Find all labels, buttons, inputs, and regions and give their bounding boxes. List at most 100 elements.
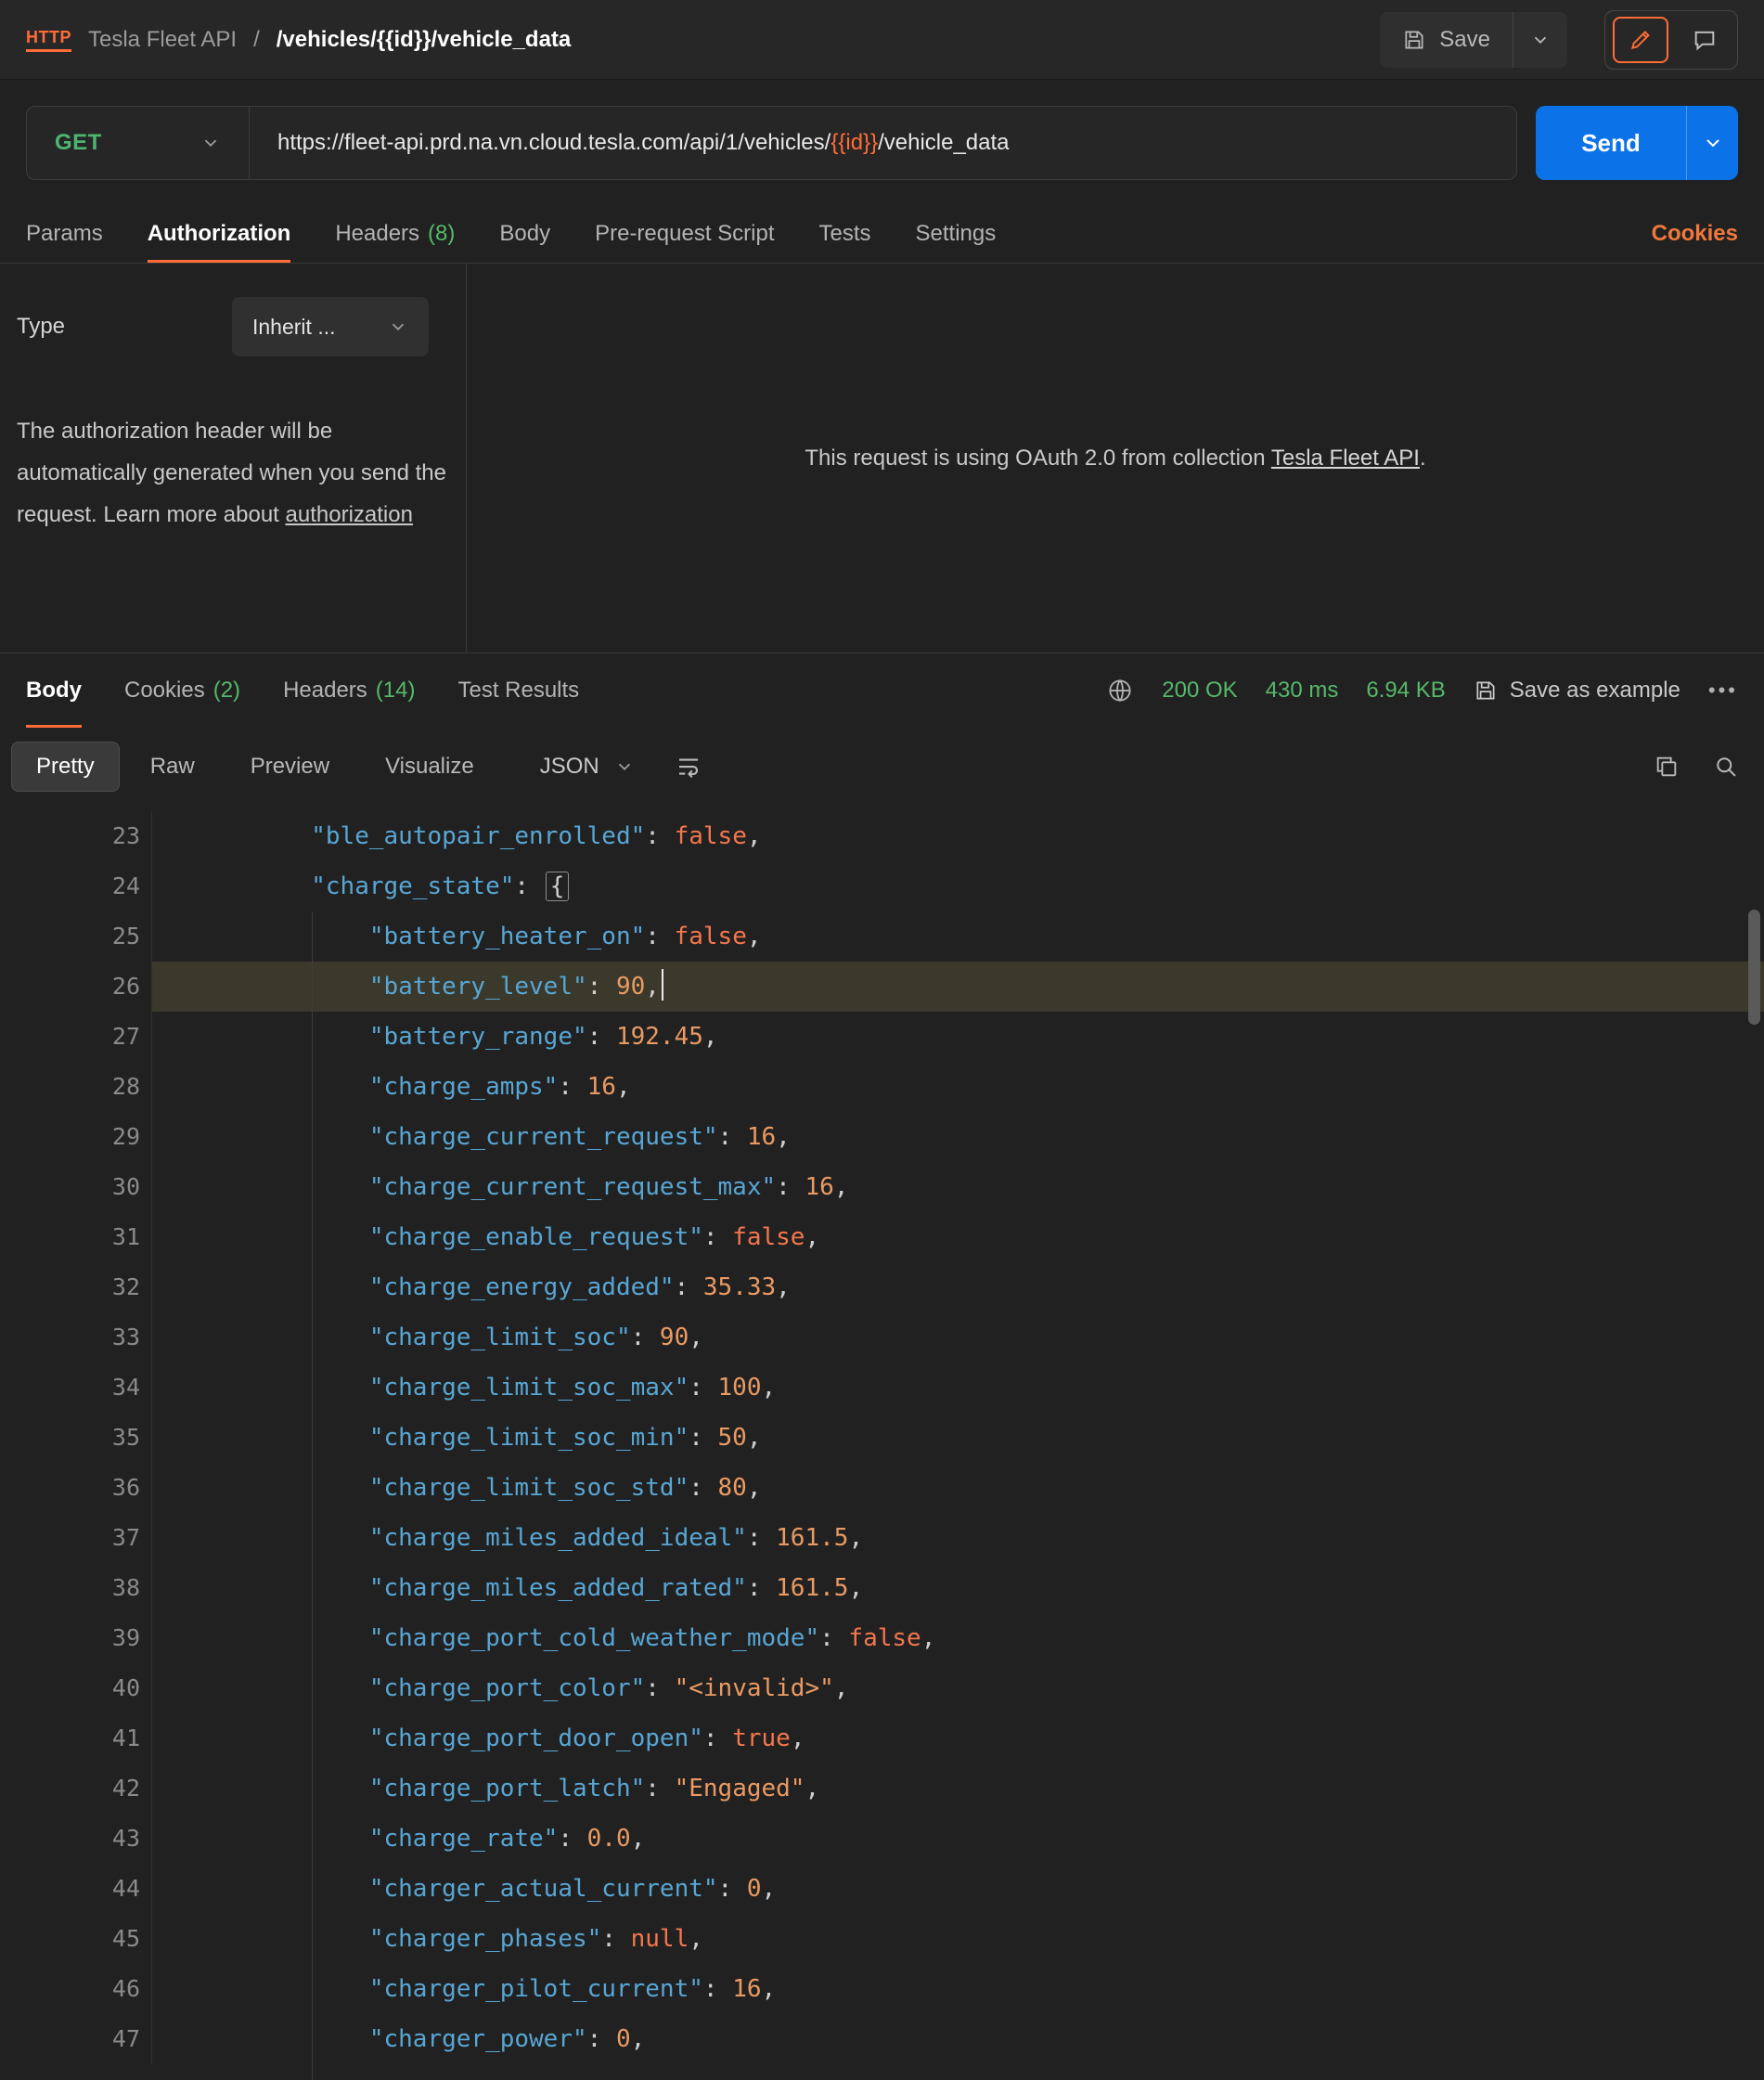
token-punc: : xyxy=(718,1875,747,1903)
globe-icon[interactable] xyxy=(1106,677,1134,704)
line-content-35[interactable]: "charge_limit_soc_min": 50, xyxy=(152,1413,1764,1463)
token-key: "battery_range" xyxy=(369,1023,587,1051)
view-tab-visualize[interactable]: Visualize xyxy=(360,742,499,792)
line-content-32[interactable]: "charge_energy_added": 35.33, xyxy=(152,1262,1764,1312)
line-number-26: 26 xyxy=(0,962,152,1012)
token-punc: , xyxy=(747,1424,762,1452)
line-content-33[interactable]: "charge_limit_soc": 90, xyxy=(152,1312,1764,1363)
request-tab-settings[interactable]: Settings xyxy=(916,204,997,263)
request-tab-body[interactable]: Body xyxy=(499,204,550,263)
code-line-28: 28 "charge_amps": 16, xyxy=(0,1062,1764,1112)
wrap-text-button[interactable] xyxy=(661,745,716,788)
token-punc: , xyxy=(703,1023,718,1051)
response-time[interactable]: 430 ms xyxy=(1266,678,1339,704)
more-options-icon[interactable]: ••• xyxy=(1708,678,1738,703)
line-content-28[interactable]: "charge_amps": 16, xyxy=(152,1062,1764,1112)
send-options-button[interactable] xyxy=(1686,106,1738,180)
line-content-44[interactable]: "charger_actual_current": 0, xyxy=(152,1864,1764,1914)
token-punc: : xyxy=(601,1925,630,1953)
token-punc: , xyxy=(762,1975,777,2003)
request-tab-params[interactable]: Params xyxy=(26,204,103,263)
token-punc: , xyxy=(848,1524,863,1552)
comment-button[interactable] xyxy=(1680,17,1730,63)
save-as-example-button[interactable]: Save as example xyxy=(1474,678,1680,704)
code-line-34: 34 "charge_limit_soc_max": 100, xyxy=(0,1363,1764,1413)
line-content-30[interactable]: "charge_current_request_max": 16, xyxy=(152,1162,1764,1212)
format-label: JSON xyxy=(540,754,599,780)
token-punc: , xyxy=(791,1725,805,1752)
line-content-47[interactable]: "charger_power": 0, xyxy=(152,2014,1764,2064)
token-str: "<invalid>" xyxy=(675,1674,834,1702)
cookies-link[interactable]: Cookies xyxy=(1652,221,1738,247)
token-punc: , xyxy=(834,1173,849,1201)
request-tab-headers[interactable]: Headers(8) xyxy=(335,204,455,263)
authorization-learn-link[interactable]: authorization xyxy=(286,502,413,527)
token-punc: : xyxy=(718,1123,747,1151)
line-content-42[interactable]: "charge_port_latch": "Engaged", xyxy=(152,1763,1764,1814)
line-content-37[interactable]: "charge_miles_added_ideal": 161.5, xyxy=(152,1513,1764,1563)
line-number-43: 43 xyxy=(0,1814,152,1864)
line-content-25[interactable]: "battery_heater_on": false, xyxy=(152,911,1764,962)
line-content-29[interactable]: "charge_current_request": 16, xyxy=(152,1112,1764,1162)
line-content-36[interactable]: "charge_limit_soc_std": 80, xyxy=(152,1463,1764,1513)
token-key: "charger_power" xyxy=(369,2025,587,2053)
code-line-32: 32 "charge_energy_added": 35.33, xyxy=(0,1262,1764,1312)
search-button[interactable] xyxy=(1699,746,1753,787)
header-actions: Save xyxy=(1380,10,1738,70)
line-content-41[interactable]: "charge_port_door_open": true, xyxy=(152,1713,1764,1763)
response-tab-headers[interactable]: Headers(14) xyxy=(283,653,415,728)
response-tab-cookies[interactable]: Cookies(2) xyxy=(124,653,240,728)
status-badge[interactable]: 200 OK xyxy=(1162,678,1237,704)
token-punc: : xyxy=(645,1775,674,1802)
token-punc: , xyxy=(645,973,660,1001)
auth-type-value: Inherit ... xyxy=(252,315,335,340)
response-body-editor[interactable]: 23 "ble_autopair_enrolled": false,24 "ch… xyxy=(0,806,1764,2080)
breadcrumb-collection[interactable]: Tesla Fleet API xyxy=(88,27,237,53)
request-tab-pre-request-script[interactable]: Pre-request Script xyxy=(595,204,774,263)
edit-button[interactable] xyxy=(1613,17,1668,63)
response-size[interactable]: 6.94 KB xyxy=(1366,678,1445,704)
method-select[interactable]: GET xyxy=(27,107,250,179)
line-content-27[interactable]: "battery_range": 192.45, xyxy=(152,1012,1764,1062)
line-number-47: 47 xyxy=(0,2014,152,2064)
format-select[interactable]: JSON xyxy=(520,742,655,792)
save-options-button[interactable] xyxy=(1513,12,1567,68)
url-input[interactable]: https://fleet-api.prd.na.vn.cloud.tesla.… xyxy=(250,107,1516,179)
token-punc: : xyxy=(631,1324,660,1351)
view-tab-preview[interactable]: Preview xyxy=(225,742,354,792)
view-tab-raw[interactable]: Raw xyxy=(125,742,220,792)
line-content-31[interactable]: "charge_enable_request": false, xyxy=(152,1212,1764,1262)
line-content-39[interactable]: "charge_port_cold_weather_mode": false, xyxy=(152,1613,1764,1663)
request-tab-tests-label: Tests xyxy=(819,221,871,247)
request-tab-authorization[interactable]: Authorization xyxy=(148,204,291,263)
response-tab-test-results[interactable]: Test Results xyxy=(457,653,579,728)
line-content-23[interactable]: "ble_autopair_enrolled": false, xyxy=(152,811,1764,861)
line-content-26[interactable]: "battery_level": 90, xyxy=(152,962,1764,1012)
token-punc: , xyxy=(631,1825,646,1853)
send-button[interactable]: Send xyxy=(1536,106,1686,180)
line-content-38[interactable]: "charge_miles_added_rated": 161.5, xyxy=(152,1563,1764,1613)
request-tab-tests[interactable]: Tests xyxy=(819,204,871,263)
token-punc: , xyxy=(776,1123,791,1151)
line-content-24[interactable]: "charge_state": { xyxy=(152,861,1764,911)
line-content-46[interactable]: "charger_pilot_current": 16, xyxy=(152,1964,1764,2014)
line-content-45[interactable]: "charger_phases": null, xyxy=(152,1914,1764,1964)
auth-type-select[interactable]: Inherit ... xyxy=(232,297,429,356)
response-tab-body[interactable]: Body xyxy=(26,653,82,728)
token-punc: , xyxy=(747,923,762,950)
token-key: "charge_amps" xyxy=(369,1073,559,1101)
view-tab-pretty[interactable]: Pretty xyxy=(11,742,120,792)
code-line-33: 33 "charge_limit_soc": 90, xyxy=(0,1312,1764,1363)
token-punc: : xyxy=(645,923,674,950)
copy-button[interactable] xyxy=(1640,746,1693,787)
line-content-43[interactable]: "charge_rate": 0.0, xyxy=(152,1814,1764,1864)
token-punc: : xyxy=(689,1374,717,1402)
auth-type-row: Type Inherit ... xyxy=(17,297,451,356)
line-number-31: 31 xyxy=(0,1212,152,1262)
breadcrumb-separator: / xyxy=(253,27,260,53)
line-content-40[interactable]: "charge_port_color": "<invalid>", xyxy=(152,1663,1764,1713)
line-content-34[interactable]: "charge_limit_soc_max": 100, xyxy=(152,1363,1764,1413)
save-button[interactable]: Save xyxy=(1380,12,1513,68)
collection-link[interactable]: Tesla Fleet API xyxy=(1271,446,1420,471)
scrollbar[interactable] xyxy=(1748,910,1760,1025)
